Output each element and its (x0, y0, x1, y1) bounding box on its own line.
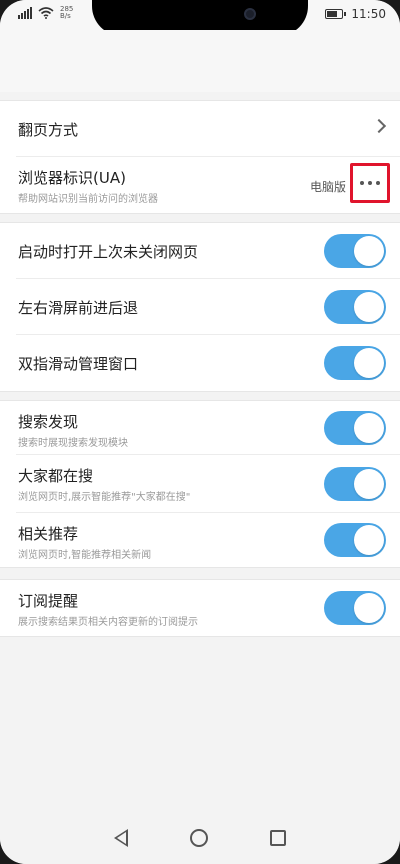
clock: 11:50 (351, 7, 386, 21)
swipe-navigation-toggle[interactable] (324, 290, 386, 324)
system-nav-bar (0, 812, 400, 864)
more-options-button[interactable] (350, 163, 390, 203)
recent-apps-icon[interactable] (270, 830, 286, 846)
search-discover-row: 搜索发现 搜索时展现搜索发现模块 (16, 401, 400, 455)
wifi-icon (38, 7, 54, 19)
everyone-searching-toggle[interactable] (324, 467, 386, 501)
settings-group-search: 搜索发现 搜索时展现搜索发现模块 大家都在搜 浏览网页时,展示智能推荐"大家都在… (0, 400, 400, 568)
phone-screen: 285 B/s 11:50 翻页方式 浏览器标识(UA) 帮助网站识别当前访问的… (0, 0, 400, 864)
page-turn-mode-row[interactable]: 翻页方式 (16, 101, 400, 157)
row-title: 左右滑屏前进后退 (18, 299, 139, 317)
row-title: 双指滑动管理窗口 (18, 355, 139, 373)
settings-group-display: 翻页方式 浏览器标识(UA) 帮助网站识别当前访问的浏览器 电脑版 (0, 100, 400, 214)
restore-tabs-toggle[interactable] (324, 234, 386, 268)
row-title: 订阅提醒 (18, 592, 79, 610)
speed-unit: B/s (60, 12, 71, 20)
row-subtitle: 浏览网页时,展示智能推荐"大家都在搜" (18, 492, 191, 503)
row-title: 搜索发现 (18, 413, 79, 431)
status-bar: 285 B/s 11:50 (0, 0, 400, 36)
row-subtitle: 帮助网站识别当前访问的浏览器 (18, 194, 158, 205)
more-icon (360, 181, 380, 185)
row-subtitle: 展示搜索结果页相关内容更新的订阅提示 (18, 617, 198, 628)
back-icon[interactable] (114, 829, 128, 847)
row-title: 相关推荐 (18, 525, 79, 543)
everyone-searching-row: 大家都在搜 浏览网页时,展示智能推荐"大家都在搜" (16, 455, 400, 513)
battery-icon (325, 9, 347, 19)
two-finger-window-row: 双指滑动管理窗口 (16, 335, 400, 391)
chevron-right-icon (371, 118, 387, 134)
row-subtitle: 浏览网页时,智能推荐相关新闻 (18, 550, 152, 561)
related-recommend-toggle[interactable] (324, 523, 386, 557)
subscribe-reminder-toggle[interactable] (324, 591, 386, 625)
row-title: 启动时打开上次未关闭网页 (18, 243, 199, 261)
row-subtitle: 搜索时展现搜索发现模块 (18, 438, 128, 449)
search-discover-toggle[interactable] (324, 411, 386, 445)
related-recommend-row: 相关推荐 浏览网页时,智能推荐相关新闻 (16, 513, 400, 567)
home-icon[interactable] (190, 829, 208, 847)
swipe-navigation-row: 左右滑屏前进后退 (16, 279, 400, 335)
two-finger-window-toggle[interactable] (324, 346, 386, 380)
ua-value: 电脑版 (309, 180, 346, 194)
row-title: 浏览器标识(UA) (18, 169, 126, 187)
row-title: 翻页方式 (18, 121, 79, 139)
header-area (0, 30, 400, 92)
user-agent-row[interactable]: 浏览器标识(UA) 帮助网站识别当前访问的浏览器 电脑版 (16, 157, 400, 213)
camera-icon (244, 8, 256, 20)
signal-icon (18, 7, 32, 19)
restore-tabs-row: 启动时打开上次未关闭网页 (16, 223, 400, 279)
row-title: 大家都在搜 (18, 467, 94, 485)
status-right: 11:50 (325, 7, 386, 21)
network-speed: 285 B/s (60, 6, 73, 20)
settings-group-subscribe: 订阅提醒 展示搜索结果页相关内容更新的订阅提示 (0, 579, 400, 637)
subscribe-reminder-row: 订阅提醒 展示搜索结果页相关内容更新的订阅提示 (16, 580, 400, 636)
status-left: 285 B/s (18, 6, 73, 20)
settings-group-gestures: 启动时打开上次未关闭网页 左右滑屏前进后退 双指滑动管理窗口 (0, 222, 400, 392)
